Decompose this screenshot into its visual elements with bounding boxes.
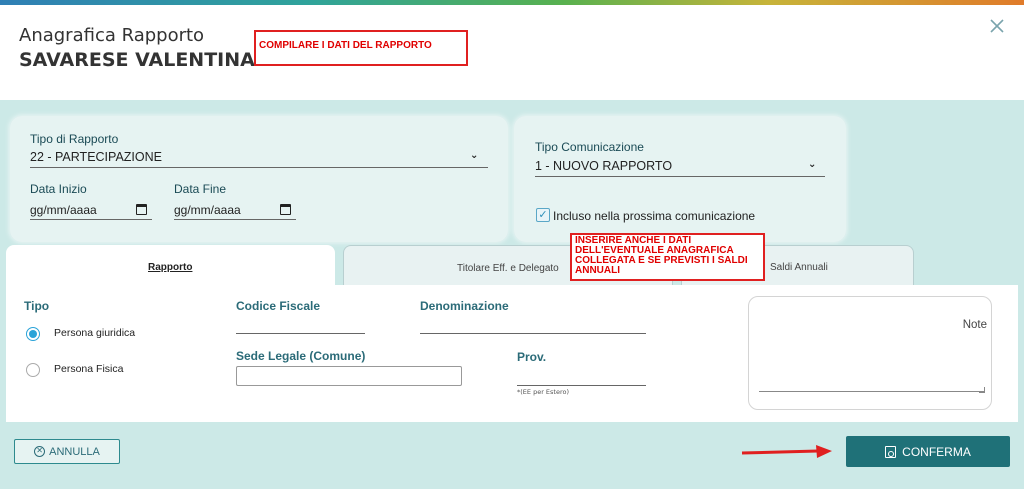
tipo-rapporto-underline xyxy=(30,167,488,168)
tipo-label: Tipo xyxy=(24,299,50,313)
chevron-down-icon: ⌄ xyxy=(808,159,817,170)
tab-rapporto[interactable]: Rapporto xyxy=(6,245,335,285)
rapporto-card: Tipo di Rapporto 22 - PARTECIPAZIONE ⌄ D… xyxy=(10,116,508,242)
annotation-anagrafica-collegata: INSERIRE ANCHE I DATI DELL'EVENTUALE ANA… xyxy=(570,233,765,281)
incluso-label: Incluso nella prossima comunicazione xyxy=(553,209,756,223)
incluso-checkbox[interactable]: ✓ xyxy=(536,208,550,222)
tipo-rapporto-label: Tipo di Rapporto xyxy=(30,132,119,146)
radio-persona-giuridica[interactable] xyxy=(26,327,40,341)
resize-handle-icon[interactable] xyxy=(979,387,985,393)
tab-rapporto-label: Rapporto xyxy=(148,262,193,273)
modal-title: Anagrafica Rapporto xyxy=(19,25,205,46)
calendar-icon[interactable] xyxy=(136,204,147,215)
sede-legale-label: Sede Legale (Comune) xyxy=(236,349,366,363)
note-label: Note xyxy=(962,319,987,331)
conferma-label: CONFERMA xyxy=(902,444,971,459)
prov-hint: *(EE per Estero) xyxy=(517,388,570,396)
calendar-icon[interactable] xyxy=(280,204,291,215)
data-inizio-input[interactable]: gg/mm/aaaa xyxy=(30,203,97,217)
tipo-comunicazione-label: Tipo Comunicazione xyxy=(535,140,644,154)
modal-body: Tipo di Rapporto 22 - PARTECIPAZIONE ⌄ D… xyxy=(0,100,1024,489)
chevron-down-icon: ⌄ xyxy=(470,150,479,161)
radio-persona-fisica[interactable] xyxy=(26,363,40,377)
note-underline xyxy=(759,391,985,392)
tipo-rapporto-select[interactable]: 22 - PARTECIPAZIONE xyxy=(30,150,162,164)
note-textarea[interactable]: Note xyxy=(748,296,992,410)
data-inizio-underline xyxy=(30,219,152,220)
conferma-button[interactable]: CONFERMA xyxy=(846,436,1010,467)
annulla-button[interactable]: ✕ ANNULLA xyxy=(14,439,120,464)
prov-input[interactable] xyxy=(517,385,646,386)
persona-fisica-label: Persona Fisica xyxy=(54,363,124,375)
tab-saldi-label: Saldi Annuali xyxy=(770,262,828,273)
tipo-comunicazione-underline xyxy=(535,176,825,177)
prov-label: Prov. xyxy=(517,350,547,364)
data-fine-label: Data Fine xyxy=(174,182,227,196)
modal-header: Anagrafica Rapporto SAVARESE VALENTINA xyxy=(0,5,1024,100)
codice-fiscale-label: Codice Fiscale xyxy=(236,299,321,313)
annulla-label: ANNULLA xyxy=(49,445,100,458)
modal-subtitle: SAVARESE VALENTINA xyxy=(19,49,255,71)
data-fine-underline xyxy=(174,219,296,220)
tab-titolare-label: Titolare Eff. e Delegato xyxy=(457,263,559,274)
close-icon[interactable] xyxy=(986,15,1008,37)
denominazione-label: Denominazione xyxy=(420,299,509,313)
sede-legale-input[interactable] xyxy=(236,366,462,386)
tipo-comunicazione-select[interactable]: 1 - NUOVO RAPPORTO xyxy=(535,159,672,173)
persona-giuridica-label: Persona giuridica xyxy=(54,327,136,339)
data-inizio-label: Data Inizio xyxy=(30,182,87,196)
denominazione-input[interactable] xyxy=(420,333,646,334)
data-fine-input[interactable]: gg/mm/aaaa xyxy=(174,203,241,217)
save-icon xyxy=(885,445,897,458)
annotation-compile-rapporto: COMPILARE I DATI DEL RAPPORTO xyxy=(254,30,468,66)
comunicazione-card: Tipo Comunicazione 1 - NUOVO RAPPORTO ⌄ … xyxy=(514,116,846,242)
codice-fiscale-input[interactable] xyxy=(236,333,365,334)
arrow-right-icon xyxy=(741,445,832,458)
close-circle-icon: ✕ xyxy=(34,446,46,457)
